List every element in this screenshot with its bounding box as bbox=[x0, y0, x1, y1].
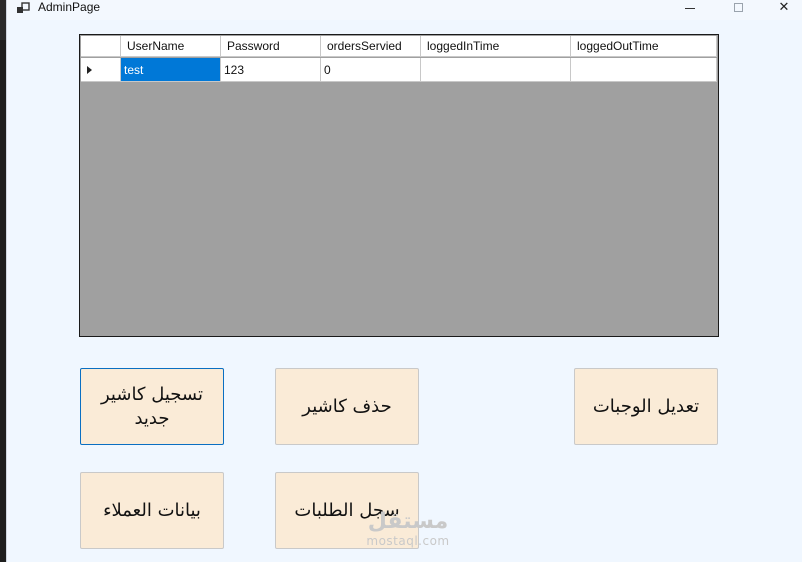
cashiers-data-grid[interactable]: UserName Password ordersServied loggedIn… bbox=[79, 34, 719, 337]
cell-logged-in-time[interactable] bbox=[421, 58, 571, 82]
close-icon: ✕ bbox=[778, 0, 790, 15]
column-header-orders-servied[interactable]: ordersServied bbox=[321, 36, 421, 57]
minimize-button[interactable] bbox=[667, 0, 713, 14]
window-title: AdminPage bbox=[38, 0, 101, 14]
maximize-icon bbox=[733, 2, 743, 12]
app-window-icon bbox=[17, 2, 30, 13]
minimize-icon bbox=[685, 7, 695, 9]
delete-cashier-label: حذف كاشير bbox=[302, 395, 392, 417]
title-bar[interactable]: AdminPage ✕ bbox=[7, 0, 802, 20]
mostaql-watermark: مستقل mostaql.com bbox=[353, 510, 463, 552]
admin-window: AdminPage ✕ UserName Password ordersServ… bbox=[6, 0, 802, 562]
column-header-password[interactable]: Password bbox=[221, 36, 321, 57]
table-row[interactable]: test 123 0 bbox=[81, 58, 717, 82]
cell-password[interactable]: 123 bbox=[221, 58, 321, 82]
register-new-cashier-label: تسجيل كاشير جديد bbox=[101, 383, 203, 429]
watermark-latin-text: mostaql.com bbox=[366, 534, 450, 548]
customer-data-button[interactable]: بيانات العملاء bbox=[80, 472, 224, 549]
edit-meals-button[interactable]: تعديل الوجبات bbox=[574, 368, 718, 445]
edit-meals-label: تعديل الوجبات bbox=[592, 395, 700, 417]
current-row-arrow-icon bbox=[87, 66, 92, 74]
cell-orders-servied[interactable]: 0 bbox=[321, 58, 421, 82]
column-header-logged-out-time[interactable]: loggedOutTime bbox=[571, 36, 717, 57]
cell-logged-out-time[interactable] bbox=[571, 58, 717, 82]
close-button[interactable]: ✕ bbox=[761, 0, 802, 15]
grid-header-row: UserName Password ordersServied loggedIn… bbox=[81, 36, 717, 57]
row-header-column[interactable] bbox=[81, 36, 121, 57]
customer-data-label: بيانات العملاء bbox=[103, 499, 201, 521]
column-header-logged-in-time[interactable]: loggedInTime bbox=[421, 36, 571, 57]
row-header-cell[interactable] bbox=[81, 58, 121, 82]
watermark-arabic-text: مستقل bbox=[367, 509, 449, 534]
register-new-cashier-button[interactable]: تسجيل كاشير جديد bbox=[80, 368, 224, 445]
delete-cashier-button[interactable]: حذف كاشير bbox=[275, 368, 419, 445]
cell-username[interactable]: test bbox=[121, 58, 221, 82]
column-header-username[interactable]: UserName bbox=[121, 36, 221, 57]
maximize-button[interactable] bbox=[715, 0, 761, 14]
